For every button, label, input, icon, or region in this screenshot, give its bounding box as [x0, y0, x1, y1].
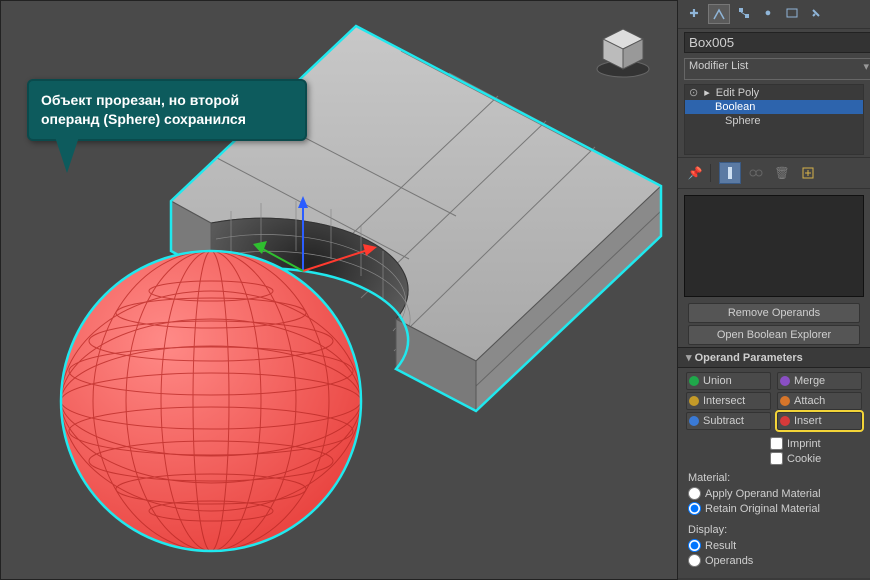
stack-top-item[interactable]: ⊙ ▸ Edit Poly	[685, 85, 863, 100]
callout-text: Объект прорезан, но второй операнд (Sphe…	[41, 92, 246, 127]
subtract-icon	[689, 416, 699, 426]
panel-tabs: ✚ ●	[678, 0, 870, 29]
remove-operands-button[interactable]: Remove Operands	[688, 303, 860, 323]
intersect-button[interactable]: Intersect	[686, 392, 771, 410]
cookie-checkbox[interactable]: Cookie	[770, 451, 862, 466]
boolean-operations: Union Merge Intersect Attach Subtract In…	[678, 368, 870, 434]
display-result-radio[interactable]: Result	[688, 538, 860, 553]
pin-stack-icon[interactable]: 📌	[684, 162, 706, 184]
stack-top-label: Edit Poly	[716, 87, 759, 99]
annotation-callout: Объект прорезан, но второй операнд (Sphe…	[27, 79, 307, 141]
hierarchy-tab[interactable]	[734, 4, 754, 22]
display-tab[interactable]	[782, 4, 802, 22]
union-icon	[689, 376, 699, 386]
remove-modifier-icon[interactable]: 🗑	[771, 162, 793, 184]
3d-viewport[interactable]: Объект прорезан, но второй операнд (Sphe…	[0, 0, 678, 580]
modify-tab[interactable]	[708, 4, 730, 24]
apply-operand-material-radio[interactable]: Apply Operand Material	[688, 486, 860, 501]
stack-item-boolean[interactable]: Boolean	[685, 100, 863, 114]
visibility-icon[interactable]: ⊙	[689, 86, 698, 99]
create-tab[interactable]: ✚	[684, 4, 704, 22]
modifier-list-dropdown[interactable]: Modifier List	[684, 58, 870, 80]
modifier-stack[interactable]: ⊙ ▸ Edit Poly Boolean Sphere	[684, 84, 864, 155]
insert-button[interactable]: Insert	[777, 412, 862, 430]
make-unique-icon[interactable]	[745, 162, 767, 184]
attach-button[interactable]: Attach	[777, 392, 862, 410]
attach-icon	[780, 396, 790, 406]
display-label: Display:	[688, 524, 860, 536]
operand-preview	[684, 195, 864, 297]
material-label: Material:	[688, 472, 860, 484]
subtract-button[interactable]: Subtract	[686, 412, 771, 430]
union-button[interactable]: Union	[686, 372, 771, 390]
merge-icon	[780, 376, 790, 386]
motion-tab[interactable]: ●	[758, 4, 778, 22]
stack-item-sphere[interactable]: Sphere	[685, 114, 863, 128]
stack-toolbar: 📌 🗑	[678, 157, 870, 189]
command-panel: ✚ ● Modifier List ⊙ ▸ Edit Poly Boolean	[677, 0, 870, 578]
viewcube[interactable]	[593, 21, 653, 81]
object-name-field[interactable]	[684, 32, 870, 53]
show-end-result-icon[interactable]	[719, 162, 741, 184]
modifier-list-label: Modifier List	[689, 60, 748, 72]
intersect-icon	[689, 396, 699, 406]
open-boolean-explorer-button[interactable]: Open Boolean Explorer	[688, 325, 860, 345]
operand-parameters-rollout[interactable]: Operand Parameters	[678, 347, 870, 368]
expand-icon[interactable]: ▸	[704, 86, 710, 99]
insert-icon	[780, 416, 790, 426]
utilities-tab[interactable]	[806, 4, 826, 22]
merge-button[interactable]: Merge	[777, 372, 862, 390]
display-operands-radio[interactable]: Operands	[688, 553, 860, 568]
retain-original-material-radio[interactable]: Retain Original Material	[688, 501, 860, 516]
configure-icon[interactable]	[797, 162, 819, 184]
imprint-checkbox[interactable]: Imprint	[770, 436, 862, 451]
